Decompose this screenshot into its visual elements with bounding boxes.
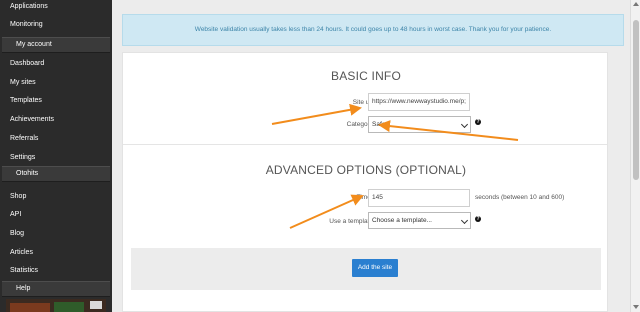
sidebar-item-statistics[interactable]: Statistics: [10, 266, 38, 276]
sidebar: Applications Monitoring My account Dashb…: [0, 0, 112, 312]
sidebar-item-referrals[interactable]: Referrals: [10, 134, 38, 144]
scroll-down-arrow-icon[interactable]: [633, 305, 639, 309]
basic-info-heading: BASIC INFO: [330, 69, 401, 83]
site-url-input[interactable]: https://www.newwaystudio.me/p;: [368, 93, 470, 111]
add-site-button[interactable]: Add the site: [352, 259, 398, 277]
scrollbar-thumb[interactable]: [633, 20, 639, 180]
template-label: Use a template: [329, 218, 373, 225]
category-selected-value: Safe: [372, 121, 386, 128]
sidebar-item-templates[interactable]: Templates: [10, 96, 42, 106]
sidebar-section-my-account[interactable]: My account: [2, 37, 110, 53]
advanced-options-heading: ADVANCED OPTIONS (OPTIONAL): [265, 163, 467, 177]
site-url-label: Site url: [352, 99, 373, 106]
category-select[interactable]: Safe: [368, 116, 471, 133]
chevron-down-icon: [460, 216, 469, 225]
chevron-down-icon: [460, 120, 469, 129]
category-label: Category: [346, 121, 373, 128]
scroll-up-arrow-icon[interactable]: [633, 2, 639, 6]
sidebar-banner-image[interactable]: [6, 299, 106, 312]
template-selected-value: Choose a template...: [372, 217, 432, 224]
section-divider: [123, 144, 607, 145]
sidebar-item-applications[interactable]: Applications: [10, 2, 48, 12]
timer-hint: seconds (between 10 and 600): [475, 194, 565, 201]
sidebar-item-dashboard[interactable]: Dashboard: [10, 59, 44, 69]
sidebar-item-achievements[interactable]: Achievements: [10, 115, 54, 125]
question-circle-icon[interactable]: ?: [475, 216, 481, 222]
sidebar-item-my-sites[interactable]: My sites: [10, 78, 36, 88]
timer-label: Timer: [356, 194, 373, 201]
sidebar-item-settings[interactable]: Settings: [10, 153, 35, 163]
main-content: Website validation usually takes less th…: [112, 0, 630, 312]
template-select[interactable]: Choose a template...: [368, 212, 471, 229]
sidebar-item-blog[interactable]: Blog: [10, 229, 24, 239]
timer-input[interactable]: 145: [368, 189, 470, 207]
add-site-form-panel: BASIC INFO Site url https://www.newwayst…: [122, 52, 608, 312]
validation-info-alert: Website validation usually takes less th…: [122, 14, 624, 46]
sidebar-item-monitoring[interactable]: Monitoring: [10, 20, 43, 30]
sidebar-section-help[interactable]: Help: [2, 281, 110, 297]
sidebar-item-articles[interactable]: Articles: [10, 248, 33, 258]
sidebar-item-api[interactable]: API: [10, 210, 21, 220]
question-circle-icon[interactable]: ?: [475, 119, 481, 125]
sidebar-section-otohits[interactable]: Otohits: [2, 166, 110, 182]
vertical-scrollbar[interactable]: [630, 0, 640, 312]
sidebar-item-shop[interactable]: Shop: [10, 192, 26, 202]
